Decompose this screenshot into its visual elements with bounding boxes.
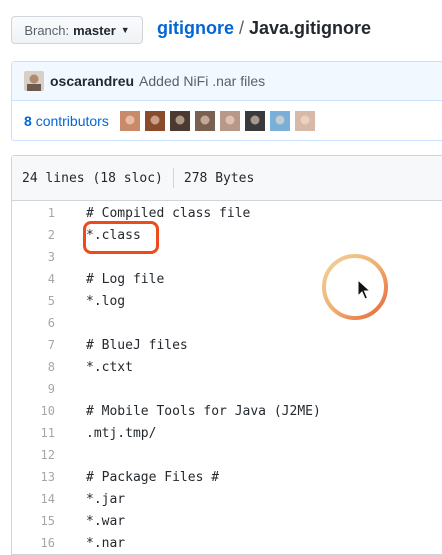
- code-line: 11 .mtj.tmp/: [12, 422, 442, 444]
- code-line: 2 *.class: [12, 224, 442, 246]
- breadcrumb-separator: /: [239, 18, 245, 38]
- line-number[interactable]: 2: [12, 228, 55, 242]
- contributor-avatar[interactable]: [119, 111, 140, 131]
- contributor-avatar[interactable]: [269, 111, 290, 131]
- branch-value: master: [73, 22, 116, 38]
- line-number[interactable]: 3: [12, 250, 55, 264]
- line-number[interactable]: 11: [12, 426, 55, 440]
- code-line: 7 # BlueJ files: [12, 334, 442, 356]
- file-viewer: 24 lines (18 sloc) 278 Bytes 1 # Compiled…: [11, 155, 442, 555]
- code-line: 10 # Mobile Tools for Java (J2ME): [12, 400, 442, 422]
- line-content: .mtj.tmp/: [86, 425, 157, 441]
- code-line: 9: [12, 378, 442, 400]
- commit-author-link[interactable]: oscarandreu: [50, 73, 134, 89]
- contributors-row: 8 contributors: [12, 101, 442, 141]
- line-number[interactable]: 8: [12, 360, 55, 374]
- contributor-avatar[interactable]: [244, 111, 265, 131]
- code-line: 15 *.war: [12, 510, 442, 532]
- line-number[interactable]: 16: [12, 536, 55, 550]
- contributor-avatar[interactable]: [219, 111, 240, 131]
- contributors-count: 8: [24, 113, 32, 129]
- author-avatar[interactable]: [24, 71, 44, 91]
- line-number[interactable]: 15: [12, 514, 55, 528]
- contributor-avatar[interactable]: [169, 111, 190, 131]
- contributor-avatars: [115, 111, 315, 131]
- contributor-avatar[interactable]: [194, 111, 215, 131]
- line-number[interactable]: 7: [12, 338, 55, 352]
- line-content: # Log file: [86, 271, 165, 287]
- line-content: # Package Files #: [86, 469, 220, 485]
- file-name: Java.gitignore: [249, 18, 372, 38]
- line-number[interactable]: 1: [12, 206, 55, 220]
- line-number[interactable]: 4: [12, 272, 55, 286]
- line-content: *.ctxt: [86, 359, 133, 375]
- file-size: 278 Bytes: [183, 170, 255, 186]
- line-content: # Compiled class file: [86, 205, 251, 221]
- line-number[interactable]: 12: [12, 448, 55, 462]
- contributor-avatar[interactable]: [144, 111, 165, 131]
- line-content: *.log: [86, 293, 126, 309]
- commit-message-link[interactable]: Added NiFi .nar files: [139, 73, 265, 89]
- latest-commit: oscarandreu Added NiFi .nar files: [12, 62, 442, 101]
- repo-link[interactable]: gitignore: [157, 18, 234, 38]
- line-number[interactable]: 6: [12, 316, 55, 330]
- branch-label: Branch:: [24, 22, 70, 38]
- contributors-label: contributors: [35, 113, 109, 129]
- line-content: *.war: [86, 513, 126, 529]
- info-divider: [172, 168, 174, 188]
- breadcrumb: gitignore / Java.gitignore: [157, 18, 371, 39]
- line-number[interactable]: 9: [12, 382, 55, 396]
- line-content: # BlueJ files: [86, 337, 188, 353]
- line-number[interactable]: 5: [12, 294, 55, 308]
- line-number[interactable]: 13: [12, 470, 55, 484]
- file-lines-info: 24 lines (18 sloc): [22, 170, 163, 186]
- code-line: 8 *.ctxt: [12, 356, 442, 378]
- line-content: *.jar: [86, 491, 126, 507]
- code-line: 13 # Package Files #: [12, 466, 442, 488]
- file-info-bar: 24 lines (18 sloc) 278 Bytes: [12, 156, 442, 201]
- line-content: *.nar: [86, 535, 126, 551]
- highlight-annotation: [83, 221, 159, 254]
- click-indicator-icon: [322, 254, 388, 320]
- caret-down-icon: ▼: [120, 25, 130, 35]
- code-line: 16 *.nar: [12, 532, 442, 554]
- mouse-pointer-icon: [357, 279, 371, 300]
- line-content: # Mobile Tools for Java (J2ME): [86, 403, 321, 419]
- code-line: 12: [12, 444, 442, 466]
- code-line: 1 # Compiled class file: [12, 202, 442, 224]
- commit-tease: oscarandreu Added NiFi .nar files 8 cont…: [11, 61, 442, 141]
- contributor-avatar[interactable]: [294, 111, 315, 131]
- line-number[interactable]: 14: [12, 492, 55, 506]
- branch-select-button[interactable]: Branch: master ▼: [11, 16, 143, 44]
- contributors-link[interactable]: 8 contributors: [24, 113, 109, 129]
- code-line: 14 *.jar: [12, 488, 442, 510]
- line-number[interactable]: 10: [12, 404, 55, 418]
